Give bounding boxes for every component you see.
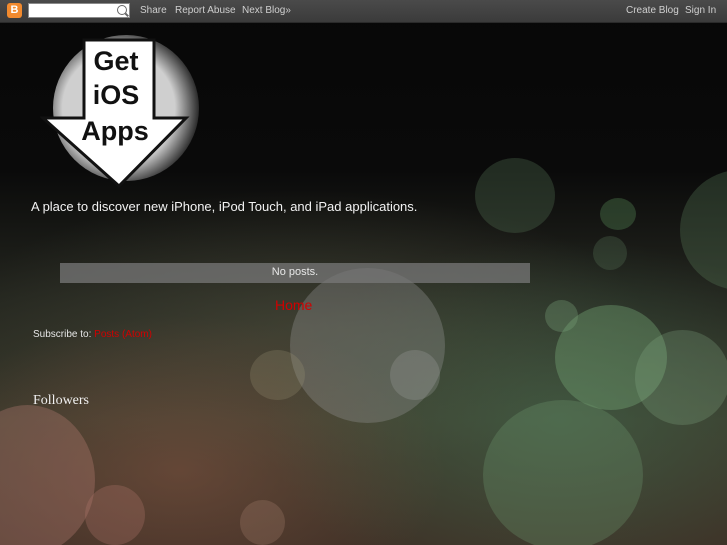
bokeh-circle [593, 236, 627, 270]
bokeh-circle [475, 158, 555, 233]
logo-text-line: Apps [81, 116, 149, 146]
create-blog-link[interactable]: Create Blog [626, 5, 679, 16]
bokeh-circle [290, 268, 445, 423]
bokeh-circle [85, 485, 145, 545]
posts-atom-link[interactable]: Posts (Atom) [94, 329, 152, 340]
subscribe-label: Subscribe to: [33, 329, 95, 340]
subscribe-line: Subscribe to: Posts (Atom) [33, 329, 152, 340]
bokeh-circle [600, 198, 636, 230]
bokeh-circle [680, 170, 727, 290]
bokeh-circle [545, 300, 578, 332]
share-link[interactable]: Share [140, 5, 167, 16]
bokeh-circle [483, 400, 643, 545]
status-message: No posts. [60, 263, 530, 283]
report-abuse-link[interactable]: Report Abuse [175, 5, 236, 16]
search-icon[interactable] [117, 5, 127, 15]
blog-logo[interactable]: Get iOS Apps [40, 30, 200, 190]
home-link[interactable]: Home [275, 297, 312, 313]
logo-text-line: Get [93, 46, 138, 76]
blogger-navbar: B Share Report Abuse Next Blog» Create B… [0, 0, 727, 23]
bokeh-circle [250, 350, 305, 400]
sign-in-link[interactable]: Sign In [685, 5, 716, 16]
blog-description: A place to discover new iPhone, iPod Tou… [31, 199, 418, 214]
search-input[interactable] [29, 4, 114, 17]
search-box [28, 3, 130, 18]
bokeh-circle [0, 405, 95, 545]
blogger-logo-icon[interactable]: B [7, 3, 22, 18]
logo-text-line: iOS [93, 80, 140, 110]
bokeh-circle [240, 500, 285, 545]
bokeh-circle [390, 350, 440, 400]
followers-heading: Followers [33, 393, 89, 408]
bokeh-circle [635, 330, 727, 425]
next-blog-link[interactable]: Next Blog» [242, 5, 291, 16]
